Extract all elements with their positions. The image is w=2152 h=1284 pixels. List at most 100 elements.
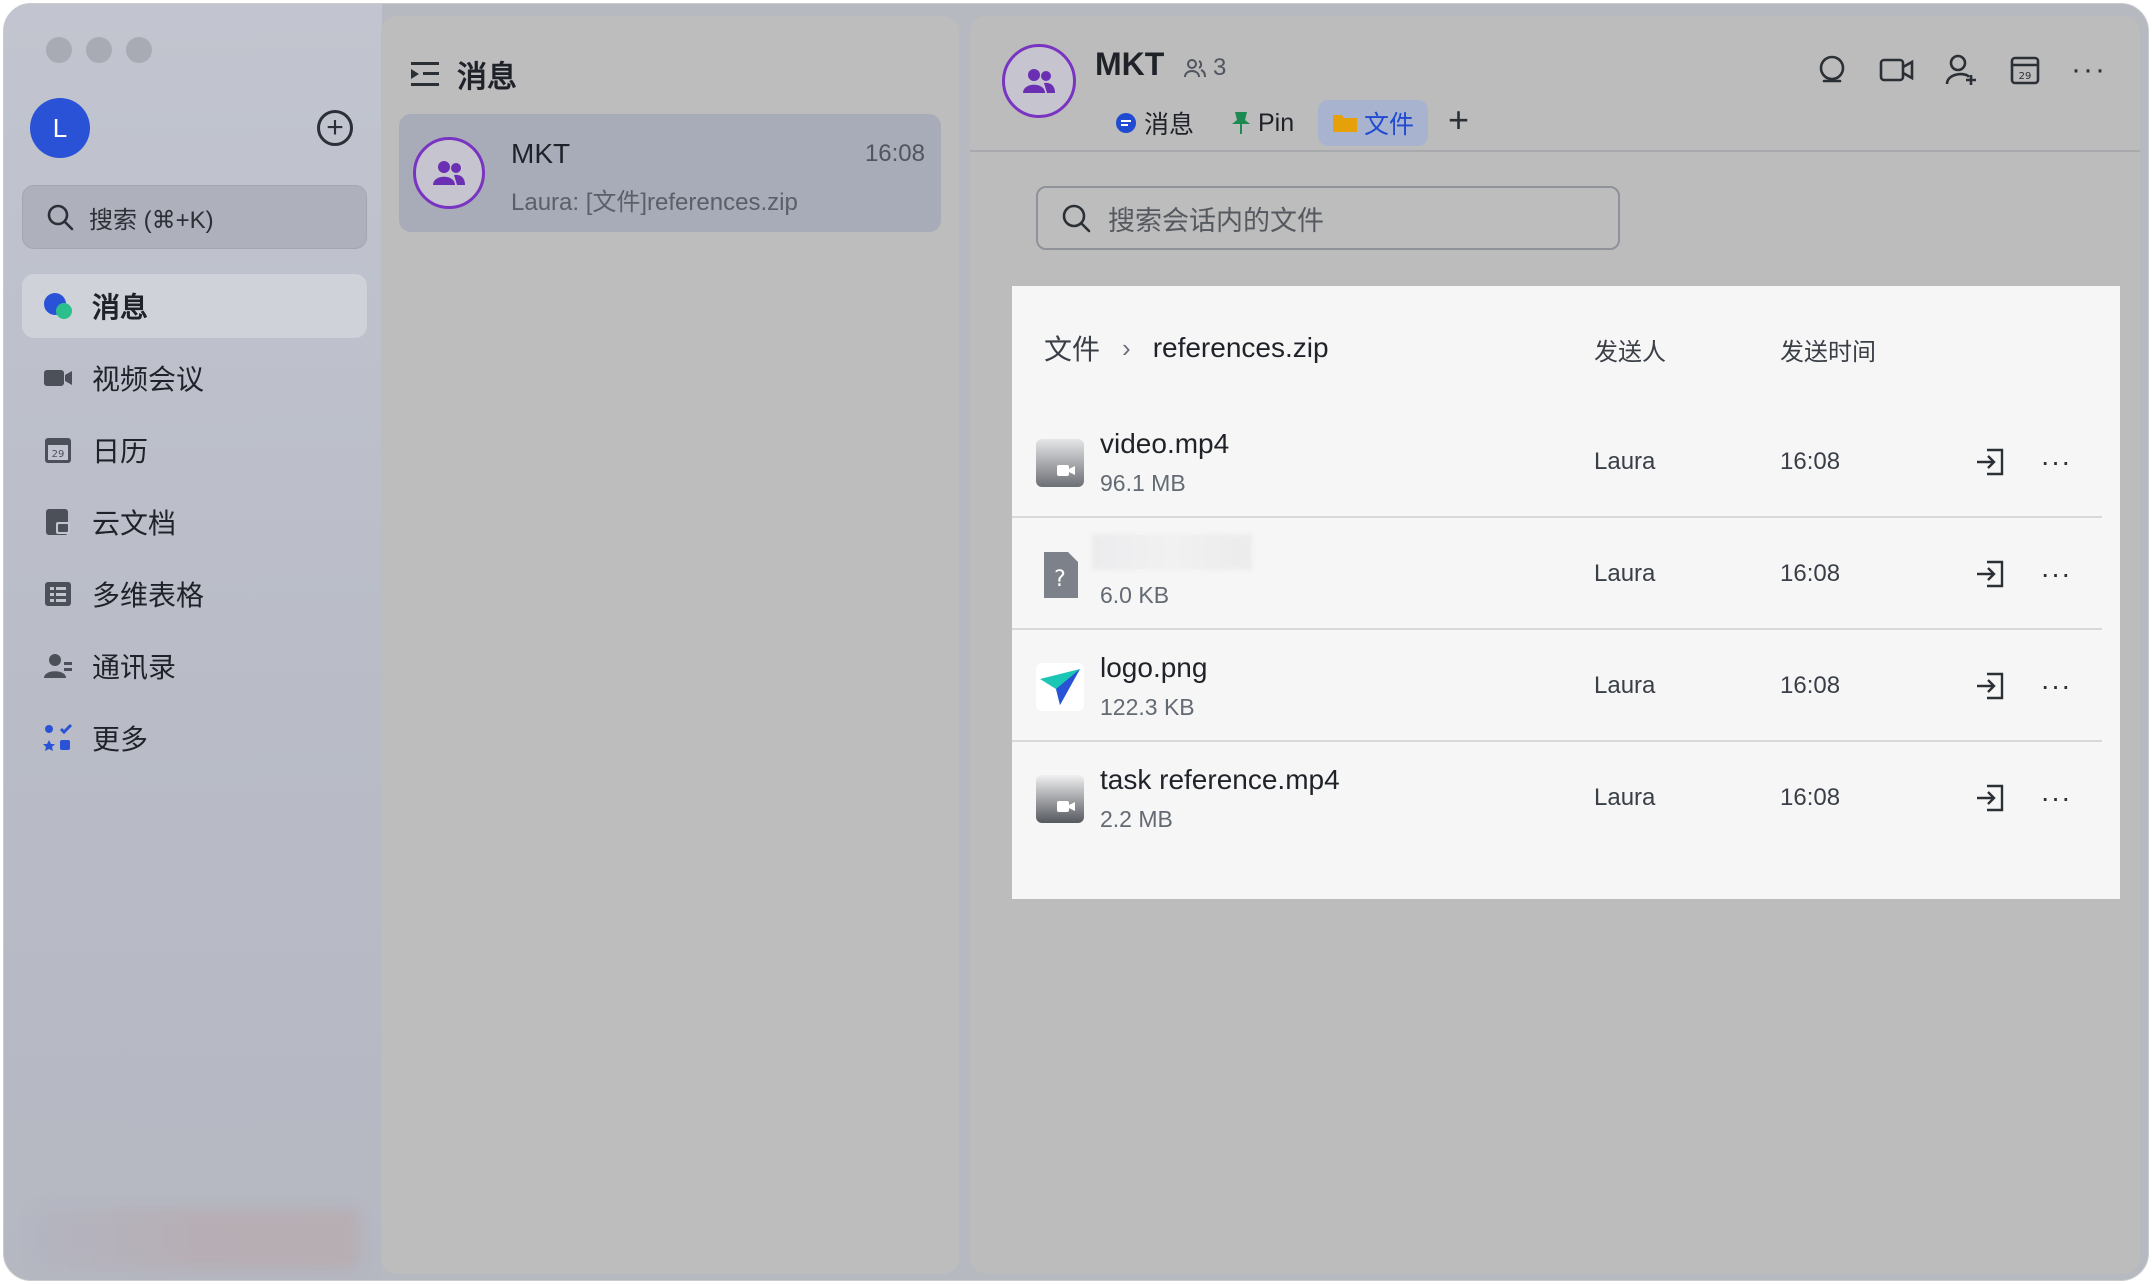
collapse-list-icon[interactable] (411, 60, 441, 88)
chat-name: MKT (511, 138, 571, 169)
video-thumbnail-icon (1036, 775, 1084, 823)
nav-item-label: 消息 (92, 292, 149, 323)
chat-list-panel: 消息 MKT 16:08 Laura: [文件]references.zip (381, 16, 959, 1274)
file-size: 2.2 MB (1100, 806, 1173, 832)
open-in-chat-icon[interactable] (1972, 780, 2008, 816)
member-count[interactable]: 3 (1183, 54, 1226, 82)
add-icon[interactable]: + (317, 110, 353, 146)
video-call-icon[interactable] (1877, 50, 1917, 90)
tab-label: 消息 (1144, 111, 1195, 139)
chat-detail-panel: MKT 3 消息 Pin 文件 + 29 ··· 搜索会话内的文件 文件 › r… (970, 16, 2140, 1274)
cloud-doc-icon (42, 506, 74, 538)
file-search-placeholder: 搜索会话内的文件 (1108, 205, 1324, 236)
file-row[interactable]: ? 6.0 KB Laura 16:08 ··· (1012, 518, 2102, 630)
chat-bubble-icon (42, 290, 74, 322)
user-avatar[interactable]: L (30, 98, 90, 158)
column-header-sender: 发送人 (1594, 339, 1666, 366)
chat-preview: Laura: [文件]references.zip (511, 189, 798, 216)
table-icon (42, 578, 74, 610)
file-sender: Laura (1594, 560, 1656, 587)
breadcrumb-current: references.zip (1152, 332, 1329, 363)
breadcrumb: 文件 › references.zip (1044, 328, 1329, 368)
window-zoom-button[interactable] (126, 37, 152, 63)
nav-item-label: 通讯录 (92, 652, 177, 683)
search-icon (1062, 204, 1091, 233)
chat-bubble-icon (1114, 111, 1138, 135)
more-icon[interactable]: ··· (2038, 444, 2074, 480)
window-close-button[interactable] (46, 37, 72, 63)
add-member-icon[interactable] (1941, 50, 1981, 90)
breadcrumb-root[interactable]: 文件 (1044, 328, 1100, 368)
svg-text:29: 29 (2019, 71, 2032, 82)
group-name[interactable]: MKT (1095, 46, 1164, 83)
tab-messages[interactable]: 消息 (1100, 100, 1208, 146)
window-minimize-button[interactable] (86, 37, 112, 63)
file-name: logo.png (1100, 652, 1208, 683)
global-search-input[interactable]: 搜索 (⌘+K) (22, 185, 367, 249)
open-in-chat-icon[interactable] (1972, 668, 2008, 704)
unknown-file-icon: ? (1036, 551, 1084, 599)
group-avatar (413, 137, 485, 209)
open-in-chat-icon[interactable] (1972, 556, 2008, 592)
file-size: 96.1 MB (1100, 470, 1186, 496)
nav-item-calendar[interactable]: 29 日历 (22, 418, 367, 482)
tab-files[interactable]: 文件 (1318, 100, 1429, 146)
tab-label: 文件 (1364, 111, 1415, 139)
file-size: 6.0 KB (1100, 582, 1170, 608)
group-avatar[interactable] (1002, 44, 1076, 118)
nav-item-label: 日历 (92, 436, 149, 467)
file-time: 16:08 (1780, 784, 1841, 811)
file-row[interactable]: logo.png 122.3 KB Laura 16:08 ··· (1012, 630, 2102, 742)
file-row[interactable]: video.mp4 96.1 MB Laura 16:08 ··· (1012, 406, 2102, 518)
more-icon[interactable]: ··· (2038, 780, 2074, 816)
calendar-icon[interactable]: 29 (2005, 50, 2045, 90)
nav-item-cloud-docs[interactable]: 云文档 (22, 490, 367, 554)
add-tab-button[interactable]: + (1448, 102, 1469, 138)
chevron-right-icon: › (1122, 332, 1131, 363)
more-icon[interactable]: ··· (2038, 668, 2074, 704)
chat-list-header: 消息 (411, 52, 517, 96)
nav-item-messages[interactable]: 消息 (22, 274, 367, 338)
tab-pin[interactable]: Pin (1216, 100, 1308, 146)
more-icon[interactable]: ··· (2069, 50, 2109, 90)
member-count-value: 3 (1213, 54, 1227, 81)
chat-list-item[interactable]: MKT 16:08 Laura: [文件]references.zip (399, 114, 941, 232)
chat-list-title: 消息 (457, 61, 517, 94)
group-icon (1023, 69, 1055, 93)
apps-grid-icon (42, 722, 74, 754)
svg-text:?: ? (1054, 567, 1066, 592)
search-icon (47, 204, 74, 231)
app-window: L + 搜索 (⌘+K) 消息 视频会议 29 日历 云文档 多维表格 通讯录 … (3, 3, 2149, 1281)
file-sender: Laura (1594, 448, 1656, 475)
svg-text:29: 29 (52, 449, 65, 460)
nav-item-contacts[interactable]: 通讯录 (22, 634, 367, 698)
file-time: 16:08 (1780, 672, 1841, 699)
nav-item-label: 云文档 (92, 508, 177, 539)
nav-item-video-meeting[interactable]: 视频会议 (22, 346, 367, 410)
left-nav: L + 搜索 (⌘+K) 消息 视频会议 29 日历 云文档 多维表格 通讯录 … (4, 4, 382, 1280)
search-icon[interactable] (1813, 50, 1853, 90)
more-icon[interactable]: ··· (2038, 556, 2074, 592)
nav-item-label: 更多 (92, 724, 149, 755)
file-sender: Laura (1594, 784, 1656, 811)
file-search-input[interactable]: 搜索会话内的文件 (1036, 186, 1620, 250)
file-time: 16:08 (1780, 448, 1841, 475)
folder-icon (1332, 112, 1358, 134)
tab-label: Pin (1258, 108, 1295, 137)
blurred-file-name (1092, 534, 1252, 570)
group-icon (433, 161, 465, 185)
image-thumbnail-icon (1036, 663, 1084, 711)
contacts-icon (42, 650, 74, 682)
file-size: 122.3 KB (1100, 694, 1195, 720)
calendar-icon: 29 (42, 434, 74, 466)
chat-time: 16:08 (864, 140, 925, 167)
open-in-chat-icon[interactable] (1972, 444, 2008, 480)
pin-icon (1230, 110, 1252, 136)
members-icon (1184, 59, 1206, 78)
nav-item-more[interactable]: 更多 (22, 706, 367, 770)
column-header-time: 发送时间 (1780, 339, 1876, 366)
file-name: task reference.mp4 (1100, 764, 1340, 795)
nav-item-base[interactable]: 多维表格 (22, 562, 367, 626)
file-row[interactable]: task reference.mp4 2.2 MB Laura 16:08 ··… (1012, 742, 2102, 854)
file-name: video.mp4 (1100, 428, 1230, 459)
